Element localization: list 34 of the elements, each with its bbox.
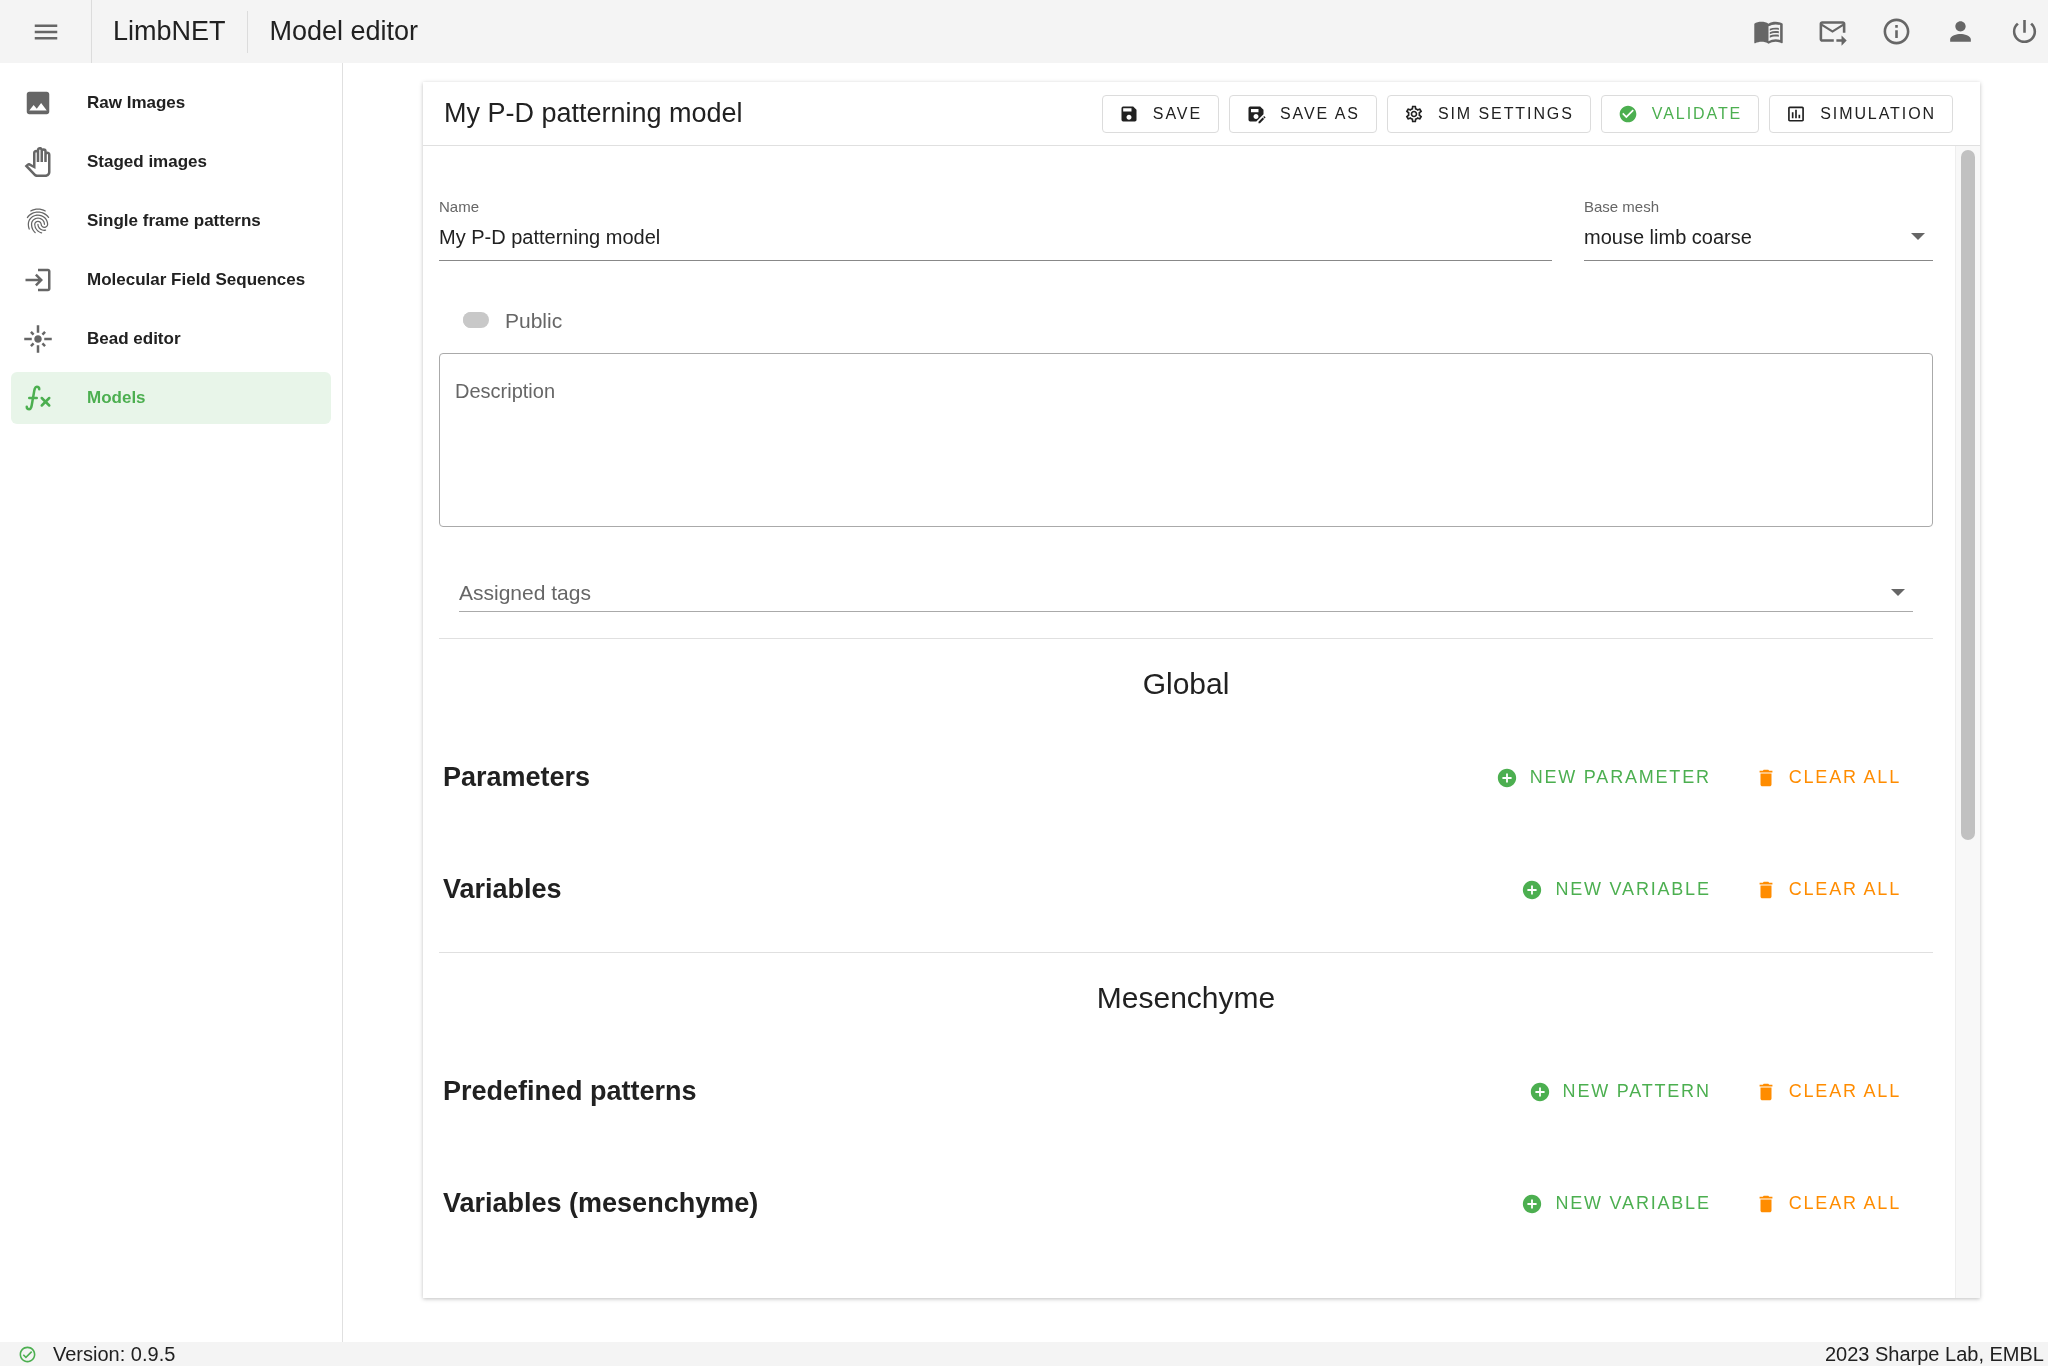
toolbar-button[interactable]: SAVE AS — [1229, 94, 1377, 133]
sidebar-item[interactable]: Bead editor — [11, 313, 331, 365]
credit-text: 2023 Sharpe Lab, EMBL — [1824, 1344, 2044, 1364]
toolbar-button[interactable]: SIMULATION — [1769, 94, 1953, 133]
sidebar-item[interactable]: Single frame patterns — [11, 195, 331, 247]
version-text: Version: 0.9.5 — [53, 1344, 177, 1364]
toolbar-button[interactable]: SAVE — [1101, 94, 1219, 133]
dropdown-caret-icon — [1891, 589, 1905, 597]
sparkle-icon — [23, 324, 53, 354]
scrollbar-thumb[interactable] — [1961, 150, 1975, 840]
function-icon — [23, 383, 53, 413]
section-heading: Global — [1142, 665, 1230, 702]
section-title: Variables — [443, 873, 563, 907]
description-field[interactable]: Description — [439, 353, 1933, 527]
section-heading: Mesenchyme — [1096, 979, 1276, 1016]
public-label: Public — [505, 307, 563, 334]
toolbar-button[interactable]: SIM SETTINGS — [1386, 94, 1591, 133]
sidebar-item[interactable]: Raw Images — [11, 77, 331, 129]
info-icon[interactable] — [1881, 16, 1912, 47]
name-field[interactable]: Name My P-D patterning model — [439, 196, 1552, 261]
hand-icon — [23, 147, 53, 177]
sidebar-item[interactable]: Molecular Field Sequences — [11, 254, 331, 306]
section-title: Predefined patterns — [443, 1075, 698, 1109]
app-name: LimbNET — [112, 15, 227, 49]
section-title: Parameters — [443, 761, 592, 795]
public-toggle[interactable] — [463, 312, 489, 329]
dropdown-caret-icon — [1911, 232, 1925, 240]
sidebar-item[interactable]: Staged images — [11, 136, 331, 188]
page-title: Model editor — [268, 15, 420, 49]
settings-icon — [1403, 103, 1424, 124]
model-title: My P-D patterning model — [444, 97, 744, 131]
section-title: Variables (mesenchyme) — [443, 1187, 760, 1221]
tags-select[interactable]: Assigned tags — [459, 577, 1913, 612]
base-mesh-select[interactable]: Base mesh mouse limb coarse — [1584, 196, 1933, 261]
